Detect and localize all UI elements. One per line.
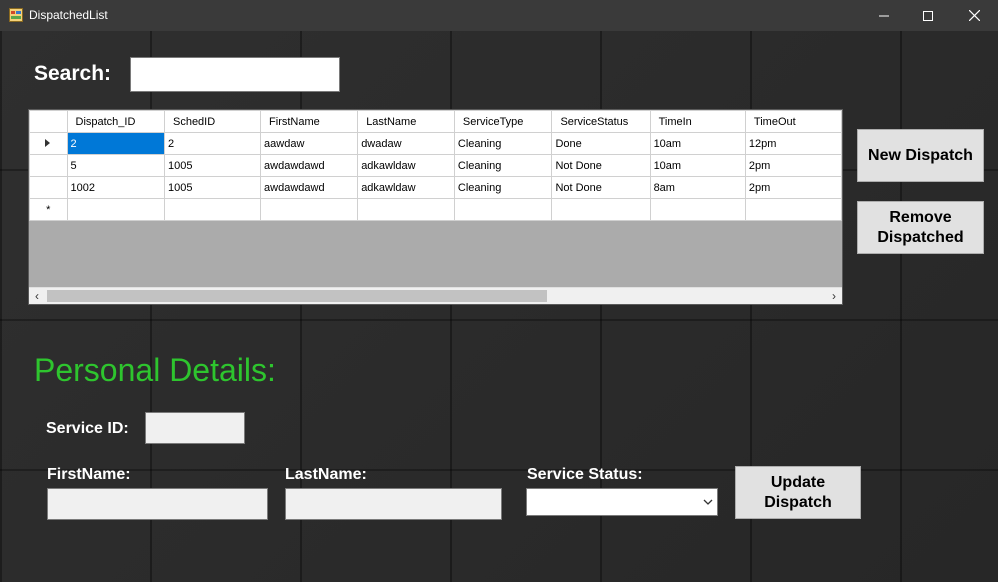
table-cell[interactable]: 8am: [649, 176, 746, 199]
scroll-left-icon[interactable]: ‹: [29, 288, 45, 304]
current-row-indicator[interactable]: [29, 132, 68, 155]
table-cell[interactable]: 1002: [66, 176, 165, 199]
search-label: Search:: [34, 62, 112, 85]
close-icon: [968, 10, 980, 21]
current-row-icon: [45, 138, 51, 147]
service-id-label: Service ID:: [46, 420, 129, 437]
table-cell[interactable]: 2: [163, 132, 262, 155]
table-cell[interactable]: Not Done: [551, 154, 651, 177]
app-icon: [9, 8, 23, 22]
remove-dispatched-button[interactable]: Remove Dispatched: [857, 201, 984, 254]
table-cell[interactable]: [453, 198, 553, 221]
table-cell[interactable]: awdawdawd: [260, 154, 359, 177]
table-cell[interactable]: [260, 198, 359, 221]
table-cell[interactable]: dwadaw: [357, 132, 455, 155]
table-cell[interactable]: Done: [551, 132, 651, 155]
firstname-field[interactable]: [47, 488, 268, 520]
search-input[interactable]: [130, 57, 340, 92]
column-header[interactable]: ServiceStatus: [551, 110, 651, 133]
title-bar: DispatchedList: [0, 0, 998, 31]
table-cell[interactable]: Not Done: [551, 176, 651, 199]
table-cell[interactable]: 2: [66, 132, 165, 155]
table-row[interactable]: 1002 1005 awdawdawd adkawldaw Cleaning N…: [29, 176, 842, 199]
window-title: DispatchedList: [29, 8, 108, 22]
column-header[interactable]: LastName: [357, 110, 455, 133]
column-header[interactable]: ServiceType: [453, 110, 553, 133]
minimize-button[interactable]: [861, 0, 907, 31]
column-header[interactable]: SchedID: [163, 110, 262, 133]
new-row-marker[interactable]: *: [29, 198, 68, 221]
table-cell[interactable]: awdawdawd: [260, 176, 359, 199]
table-cell[interactable]: [649, 198, 746, 221]
scrollbar-thumb[interactable]: [47, 290, 547, 302]
horizontal-scrollbar[interactable]: ‹ ›: [29, 287, 842, 304]
new-dispatch-button[interactable]: New Dispatch: [857, 129, 984, 182]
lastname-label: LastName:: [285, 466, 367, 483]
grid-header-row: Dispatch_ID SchedID FirstName LastName S…: [29, 110, 842, 133]
table-cell[interactable]: [551, 198, 651, 221]
column-header[interactable]: Dispatch_ID: [66, 110, 165, 133]
table-cell[interactable]: 1005: [163, 154, 262, 177]
table-cell[interactable]: 2pm: [744, 154, 842, 177]
table-cell[interactable]: aawdaw: [260, 132, 359, 155]
minimize-icon: [879, 15, 889, 16]
dispatch-table: Dispatch_ID SchedID FirstName LastName S…: [29, 110, 842, 221]
row-header[interactable]: [29, 154, 68, 177]
personal-details-title: Personal Details:: [34, 352, 276, 388]
service-status-label: Service Status:: [527, 466, 643, 483]
table-cell[interactable]: 1005: [163, 176, 262, 199]
table-cell[interactable]: adkawldaw: [357, 154, 455, 177]
new-row[interactable]: *: [29, 198, 842, 221]
column-header[interactable]: TimeOut: [744, 110, 842, 133]
table-cell[interactable]: 12pm: [744, 132, 842, 155]
table-cell[interactable]: 2pm: [744, 176, 842, 199]
firstname-label: FirstName:: [47, 466, 131, 483]
scroll-right-icon[interactable]: ›: [826, 288, 842, 304]
maximize-button[interactable]: [905, 0, 951, 31]
table-cell[interactable]: Cleaning: [453, 132, 553, 155]
row-header-corner: [29, 110, 68, 133]
service-status-select[interactable]: [526, 488, 718, 516]
table-cell[interactable]: 5: [66, 154, 165, 177]
service-id-field[interactable]: [145, 412, 245, 444]
table-row[interactable]: 2 2 aawdaw dwadaw Cleaning Done 10am 12p…: [29, 132, 842, 155]
row-header[interactable]: [29, 176, 68, 199]
table-cell[interactable]: [66, 198, 165, 221]
table-cell[interactable]: 10am: [649, 132, 746, 155]
update-dispatch-label-line2: Dispatch: [764, 493, 832, 511]
update-dispatch-button[interactable]: Update Dispatch: [735, 466, 861, 519]
new-dispatch-label: New Dispatch: [868, 146, 973, 164]
table-cell[interactable]: Cleaning: [453, 154, 553, 177]
table-cell[interactable]: adkawldaw: [357, 176, 455, 199]
column-header[interactable]: FirstName: [260, 110, 359, 133]
column-header[interactable]: TimeIn: [649, 110, 746, 133]
table-cell[interactable]: [163, 198, 262, 221]
dispatch-grid[interactable]: Dispatch_ID SchedID FirstName LastName S…: [28, 109, 843, 305]
remove-dispatched-label-line2: Dispatched: [877, 228, 964, 246]
chevron-down-icon: [703, 495, 713, 514]
close-button[interactable]: [951, 0, 997, 31]
remove-dispatched-label-line1: Remove: [889, 208, 952, 226]
table-cell[interactable]: Cleaning: [453, 176, 553, 199]
lastname-field[interactable]: [285, 488, 502, 520]
update-dispatch-label-line1: Update: [770, 473, 826, 491]
table-cell[interactable]: [744, 198, 842, 221]
table-cell[interactable]: 10am: [649, 154, 746, 177]
table-cell[interactable]: [357, 198, 455, 221]
maximize-icon: [923, 10, 933, 21]
table-row[interactable]: 5 1005 awdawdawd adkawldaw Cleaning Not …: [29, 154, 842, 177]
